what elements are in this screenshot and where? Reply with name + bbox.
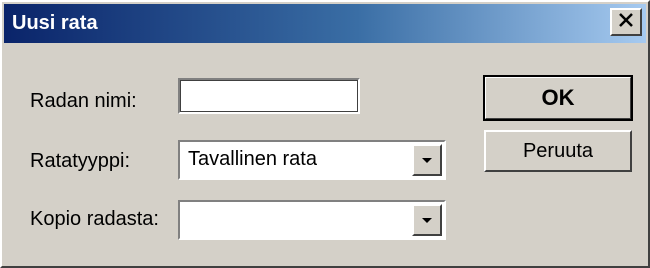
copy-from-label: Kopio radasta: [30,208,159,230]
new-track-dialog: Uusi rata Radan nimi: Ratatyyppi: Tavall… [0,0,650,268]
track-type-dropdown-button[interactable] [412,144,442,176]
ok-button[interactable]: OK [483,75,633,121]
copy-from-select[interactable] [178,200,446,240]
track-type-select[interactable]: Tavallinen rata [178,140,446,180]
dialog-title: Uusi rata [12,12,98,34]
cancel-button[interactable]: Peruuta [484,130,632,172]
close-icon [618,12,634,32]
track-type-label: Ratatyyppi: [30,150,131,172]
track-name-input[interactable] [180,80,358,112]
track-name-label: Radan nimi: [30,90,137,112]
title-bar[interactable]: Uusi rata [4,4,646,43]
close-button[interactable] [610,8,642,36]
chevron-down-icon [422,151,432,169]
copy-from-dropdown-button[interactable] [412,204,442,236]
track-type-selected: Tavallinen rata [188,148,317,170]
track-name-field[interactable] [178,78,360,114]
chevron-down-icon [422,211,432,229]
